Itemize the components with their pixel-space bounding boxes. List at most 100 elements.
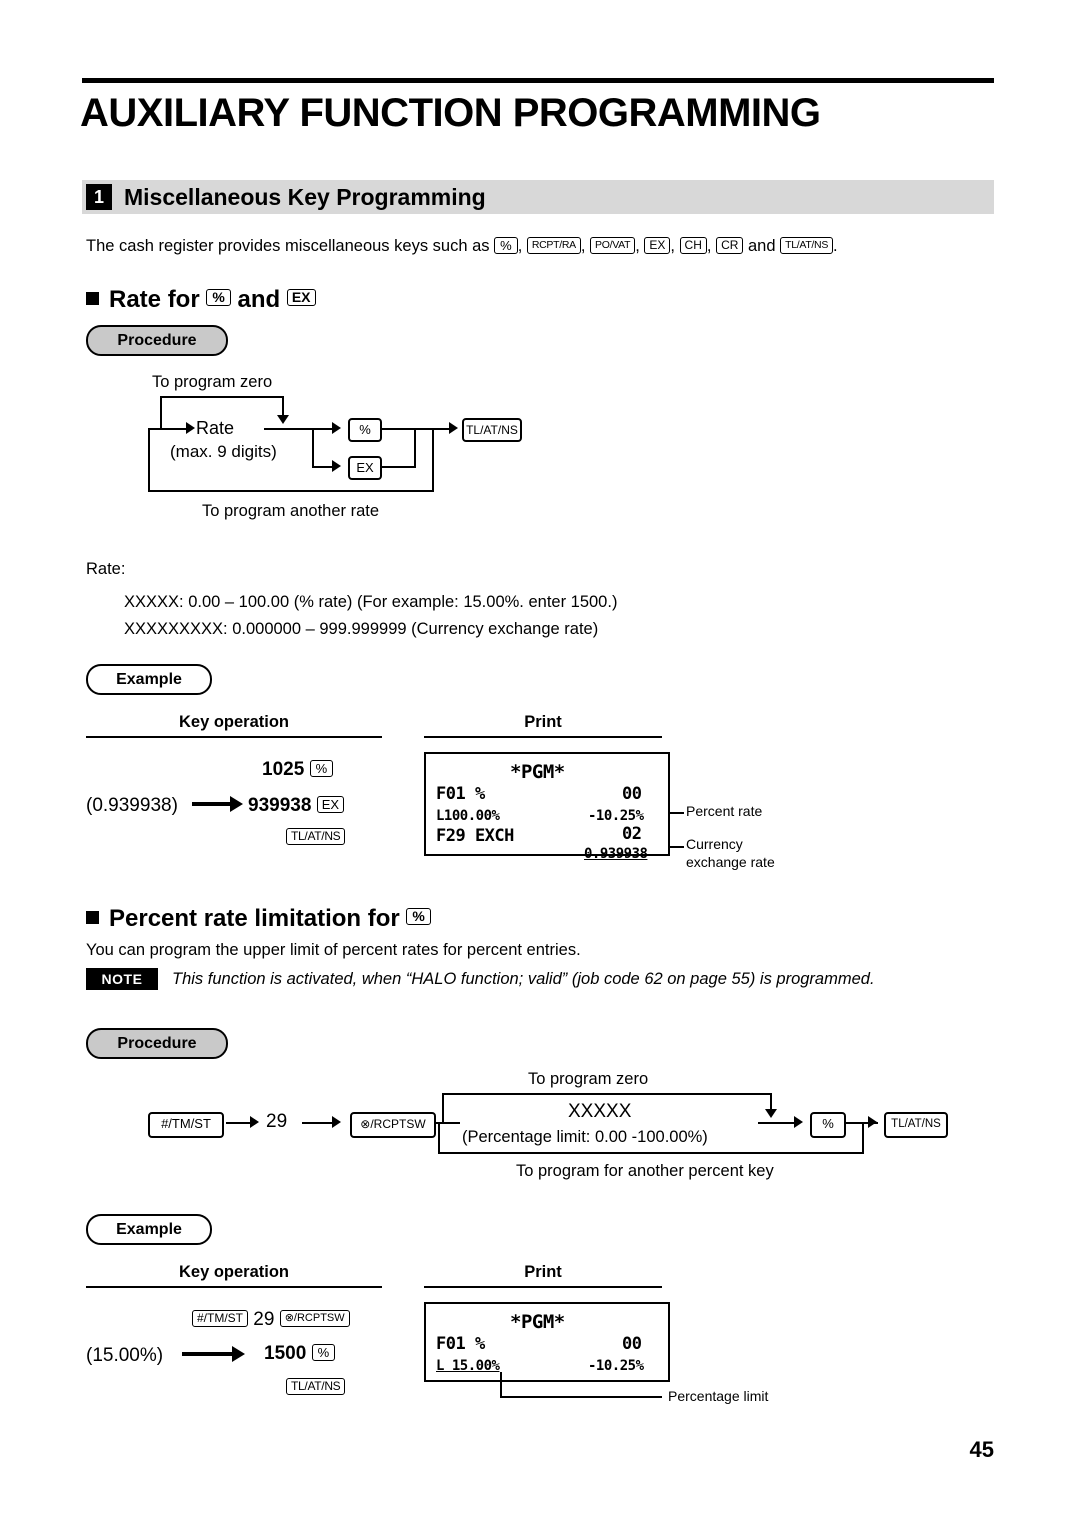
flow1-rate-sublabel: (max. 9 digits): [170, 442, 277, 461]
key-tmst-icon: #/TM/ST: [192, 1310, 249, 1328]
flow2-line: [442, 1093, 444, 1123]
intro-text-before: The cash register provides miscellaneous…: [86, 237, 490, 255]
rate-heading-text: Rate for: [109, 286, 200, 313]
section-number: 1: [86, 184, 112, 210]
callout-percent-rate: Percent rate: [686, 803, 763, 819]
limit-description: You can program the upper limit of perce…: [86, 941, 581, 959]
flow1-arrow-icon: [332, 460, 341, 472]
rate-line-1: XXXXX: 0.00 – 100.00 (% rate) (For examp…: [124, 593, 618, 611]
example1-keyop-row2-paren: (0.939938): [86, 795, 178, 816]
flow2-arrow-icon: [250, 1116, 259, 1128]
document-page: AUXILIARY FUNCTION PROGRAMMING 1 Miscell…: [0, 0, 1080, 1524]
flow1-arrow-icon: [277, 415, 289, 424]
flow2-bottom-label: To program for another percent key: [516, 1162, 774, 1180]
flow1-line: [432, 428, 434, 492]
note-text: This function is activated, when “HALO f…: [172, 970, 875, 988]
bullet-square-icon: [86, 911, 99, 924]
key-tlatns-icon: TL/AT/NS: [780, 237, 834, 255]
flow1-key-tlatns: TL/AT/NS: [462, 418, 522, 442]
key-rcptra-icon: RCPT/RA: [526, 237, 581, 255]
flow2-line: [438, 1152, 864, 1154]
flow2-line: [302, 1122, 336, 1124]
example1-col-keyop: Key operation: [178, 713, 290, 731]
flow1-key-percent: %: [348, 418, 382, 442]
flow2-top-label: To program zero: [528, 1070, 649, 1088]
key-ex-icon: EX: [286, 289, 316, 307]
example2-col-keyop: Key operation: [178, 1263, 290, 1281]
flow2-range: (Percentage limit: 0.00 -100.00%): [462, 1128, 708, 1146]
flow1-line: [312, 466, 334, 468]
receipt1-l2-left: L100.00%: [436, 808, 500, 824]
page-number: 45: [969, 1437, 994, 1462]
section-title: Miscellaneous Key Programming: [124, 184, 486, 210]
flow1-line: [160, 396, 284, 398]
rate-caption: Rate:: [86, 560, 126, 578]
flow1-rate-label: Rate: [196, 418, 235, 438]
key-ex-icon: EX: [644, 237, 671, 255]
rate-heading: Rate for % and EX: [86, 286, 316, 314]
callout-currency-line1: Currency: [686, 836, 743, 852]
flow1-key-ex: EX: [348, 456, 382, 480]
example2-keyop-row1: #/TM/ST 29 ⊗/RCPTSW: [192, 1308, 350, 1331]
flow1-line: [382, 428, 416, 430]
intro-and: and: [748, 237, 776, 255]
example2-keyop-row3: TL/AT/NS: [286, 1376, 346, 1399]
flow1-line: [382, 466, 416, 468]
flow2-arrow-icon: [868, 1116, 877, 1128]
example1-col-print: Print: [524, 713, 562, 731]
key-tlatns-icon: TL/AT/NS: [286, 1378, 346, 1396]
flow2-key-tlatns: TL/AT/NS: [884, 1112, 948, 1138]
flow1-line: [264, 428, 314, 430]
example2-keyop-row2: 1500 %: [264, 1342, 336, 1365]
flow2-key-rcptsw: ⊗/RCPTSW: [350, 1112, 436, 1138]
flow2-xxxxx: XXXXX: [568, 1101, 632, 1122]
flow1-bottom-label: To program another rate: [202, 502, 380, 520]
receipt1-l2-right: -10.25%: [588, 808, 644, 824]
example2-arrow-icon: [232, 1346, 245, 1362]
key-percent-icon: %: [311, 1344, 336, 1362]
receipt1-l4-right: 0.939938: [584, 846, 648, 862]
key-percent-icon: %: [406, 908, 431, 926]
example1-arrow-line: [192, 802, 232, 806]
callout-line: [668, 846, 684, 848]
flow2-line: [862, 1122, 864, 1154]
flow1-line: [148, 428, 188, 430]
key-tlatns-icon: TL/AT/NS: [286, 828, 346, 846]
example2-col-rule: [86, 1286, 382, 1288]
example1-col-rule: [424, 736, 662, 738]
example2-col-print: Print: [524, 1263, 562, 1281]
example2-keyop-row2-paren: (15.00%): [86, 1345, 164, 1366]
flow2-arrow-icon: [332, 1116, 341, 1128]
key-percent-icon: %: [494, 237, 518, 255]
example1-keyop-row3: TL/AT/NS: [286, 826, 346, 849]
flow2-num29: 29: [266, 1111, 288, 1132]
limit-heading: Percent rate limitation for %: [86, 905, 431, 933]
flow2-line: [438, 1122, 440, 1154]
callout-percentage-limit: Percentage limit: [668, 1388, 769, 1404]
example2-arrow-line: [182, 1352, 234, 1356]
title-rule: [82, 78, 994, 83]
receipt1-l1-left: F01 %: [436, 784, 485, 804]
limit-heading-text: Percent rate limitation for: [109, 905, 400, 932]
key-povat-icon: PO/VAT: [590, 237, 636, 255]
flow2-arrow-icon: [794, 1116, 803, 1128]
bullet-square-icon: [86, 292, 99, 305]
key-ch-icon: CH: [679, 237, 707, 255]
flow2-arrow-icon: [765, 1109, 777, 1118]
procedure-label-1: Procedure: [86, 325, 228, 356]
receipt1-l1-right: 00: [622, 784, 642, 804]
callout-currency-line2: exchange rate: [686, 854, 775, 870]
flow1-line: [414, 428, 416, 468]
callout-line: [500, 1372, 502, 1398]
receipt1-l3-left: F29 EXCH: [436, 826, 514, 846]
key-percent-icon: %: [309, 760, 334, 778]
key-percent-icon: %: [206, 289, 231, 307]
note-badge: NOTE: [86, 968, 158, 990]
receipt2-l2-right: -10.25%: [588, 1358, 644, 1374]
example2-row1-num: 29: [253, 1309, 275, 1330]
flow1-line: [312, 428, 334, 430]
example2-col-rule: [424, 1286, 662, 1288]
flow1-arrow-icon: [449, 422, 458, 434]
receipt1-title: *PGM*: [510, 761, 565, 783]
flow2-key-tmst: #/TM/ST: [148, 1112, 224, 1138]
